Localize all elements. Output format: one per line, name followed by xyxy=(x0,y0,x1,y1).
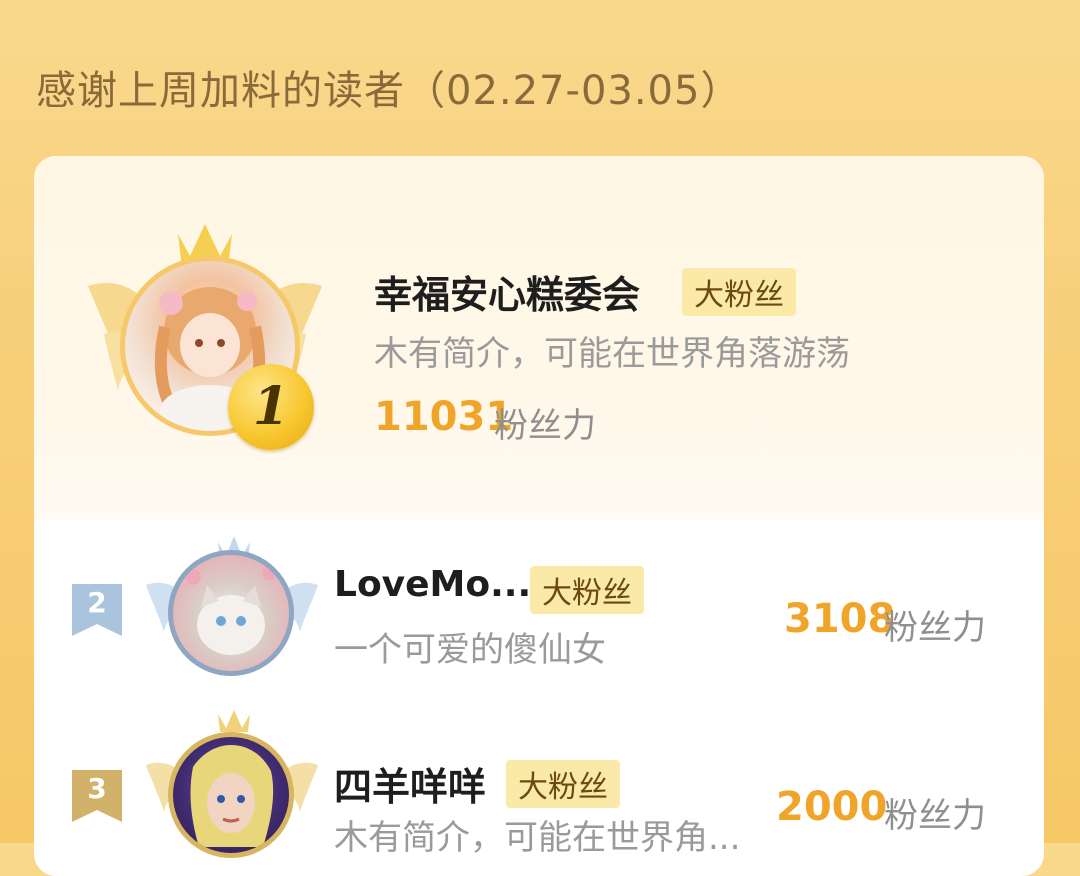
reader-row-2[interactable]: 2 LoveMo... 大粉丝 一个可爱的傻仙女 3108 粉丝力 xyxy=(34,520,1044,710)
reader-2-bio: 一个可爱的傻仙女 xyxy=(334,630,606,670)
cat-illustration xyxy=(185,566,276,655)
reader-3-fan-badge: 大粉丝 xyxy=(506,760,620,808)
rank-3-number: 3 xyxy=(87,772,107,805)
reader-3-score: 2000 xyxy=(776,784,888,830)
reader-3-bio: 木有简介，可能在世界角... xyxy=(334,818,741,858)
cat-avatar-icon[interactable] xyxy=(168,550,294,676)
reader-1-score: 11031 xyxy=(374,394,514,440)
reader-row-3[interactable]: 3 四羊咩咩 大粉丝 木有简介，可能在世界角... 2000 粉丝力 xyxy=(34,710,1044,876)
reader-3-name[interactable]: 四羊咩咩 xyxy=(334,756,486,811)
anime-portrait-avatar-icon[interactable] xyxy=(168,732,294,858)
reader-1-fan-badge: 大粉丝 xyxy=(682,268,796,316)
rank-1-medal-icon: 1 xyxy=(228,364,314,450)
top-reader-section[interactable]: 1 幸福安心糕委会 大粉丝 木有简介，可能在世界角落游荡 11031 粉丝力 xyxy=(34,156,1044,520)
page-title: 感谢上周加料的读者（02.27-03.05） xyxy=(36,68,742,114)
leaderboard-card: 1 幸福安心糕委会 大粉丝 木有简介，可能在世界角落游荡 11031 粉丝力 2 xyxy=(34,156,1044,876)
reader-1-score-unit: 粉丝力 xyxy=(494,406,596,446)
reader-2-score: 3108 xyxy=(784,596,896,642)
rank-2-number: 2 xyxy=(87,586,107,619)
reader-1-name[interactable]: 幸福安心糕委会 xyxy=(374,264,640,319)
reader-2-fan-badge: 大粉丝 xyxy=(530,566,644,614)
anime-portrait-illustration xyxy=(190,744,274,847)
reader-3-score-unit: 粉丝力 xyxy=(884,796,986,836)
rank-1-number: 1 xyxy=(252,376,290,437)
reader-2-name[interactable]: LoveMo... xyxy=(334,564,531,605)
rank-2-number-wrap: 2 xyxy=(72,584,122,636)
reader-1-bio: 木有简介，可能在世界角落游荡 xyxy=(374,334,850,374)
rank-3-number-wrap: 3 xyxy=(72,770,122,822)
reader-2-score-unit: 粉丝力 xyxy=(884,608,986,648)
